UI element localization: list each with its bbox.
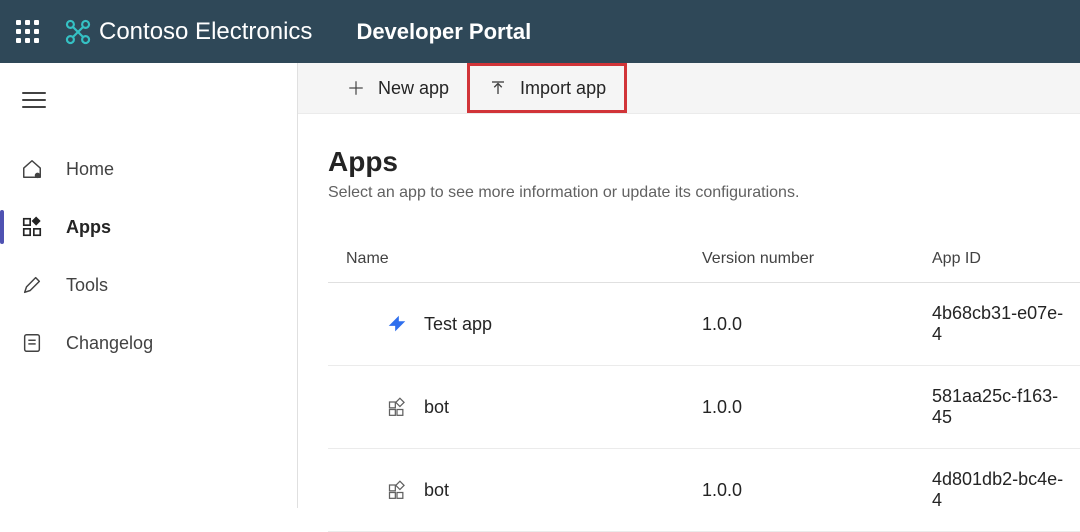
import-app-highlight: Import app xyxy=(467,63,627,113)
new-app-label: New app xyxy=(378,78,449,99)
content: Apps Select an app to see more informati… xyxy=(298,114,1080,532)
sidebar-item-home[interactable]: Home xyxy=(0,140,297,198)
sidebar-item-label: Tools xyxy=(66,275,108,296)
home-icon xyxy=(20,157,44,181)
command-bar: New app Import app xyxy=(298,63,1080,114)
changelog-icon xyxy=(20,331,44,355)
app-id: 4d801db2-bc4e-4 xyxy=(918,449,1080,532)
brand-name: Contoso Electronics xyxy=(99,18,312,46)
apps-table: Name Version number App ID xyxy=(328,240,1080,532)
table-header-row: Name Version number App ID xyxy=(328,240,1080,283)
sidebar-item-apps[interactable]: Apps xyxy=(0,198,297,256)
app-name: bot xyxy=(424,397,449,418)
hamburger-menu-icon[interactable] xyxy=(22,92,46,108)
table-row[interactable]: bot 1.0.0 581aa25c-f163-45 xyxy=(328,366,1080,449)
brand[interactable]: Contoso Electronics xyxy=(65,18,312,46)
apps-icon xyxy=(20,215,44,239)
pencil-icon xyxy=(20,273,44,297)
app-version: 1.0.0 xyxy=(688,449,918,532)
app-version: 1.0.0 xyxy=(688,283,918,366)
app-id: 4b68cb31-e07e-4 xyxy=(918,283,1080,366)
plus-icon xyxy=(346,78,366,98)
app-version: 1.0.0 xyxy=(688,366,918,449)
app-name: bot xyxy=(424,480,449,501)
new-app-button[interactable]: New app xyxy=(328,66,467,110)
col-name[interactable]: Name xyxy=(328,240,688,283)
col-version[interactable]: Version number xyxy=(688,240,918,283)
portal-label: Developer Portal xyxy=(356,19,531,45)
page-subtitle: Select an app to see more information or… xyxy=(328,184,1080,202)
arrow-app-icon xyxy=(386,313,408,335)
sidebar: Home Apps Tools xyxy=(0,63,298,508)
table-row[interactable]: bot 1.0.0 4d801db2-bc4e-4 xyxy=(328,449,1080,532)
brand-logo-icon xyxy=(65,19,91,45)
puzzle-icon xyxy=(386,479,408,501)
app-name: Test app xyxy=(424,314,492,335)
sidebar-item-label: Apps xyxy=(66,217,111,238)
app-launcher-icon[interactable] xyxy=(16,20,39,43)
col-app-id[interactable]: App ID xyxy=(918,240,1080,283)
page-title: Apps xyxy=(328,146,1080,178)
top-header: Contoso Electronics Developer Portal xyxy=(0,0,1080,63)
puzzle-icon xyxy=(386,396,408,418)
app-id: 581aa25c-f163-45 xyxy=(918,366,1080,449)
import-icon xyxy=(488,78,508,98)
table-row[interactable]: Test app 1.0.0 4b68cb31-e07e-4 xyxy=(328,283,1080,366)
sidebar-item-changelog[interactable]: Changelog xyxy=(0,314,297,372)
main: New app Import app Apps Select an xyxy=(298,63,1080,508)
import-app-button[interactable]: Import app xyxy=(470,66,624,110)
sidebar-item-tools[interactable]: Tools xyxy=(0,256,297,314)
import-app-label: Import app xyxy=(520,78,606,99)
sidebar-item-label: Home xyxy=(66,159,114,180)
sidebar-item-label: Changelog xyxy=(66,333,153,354)
